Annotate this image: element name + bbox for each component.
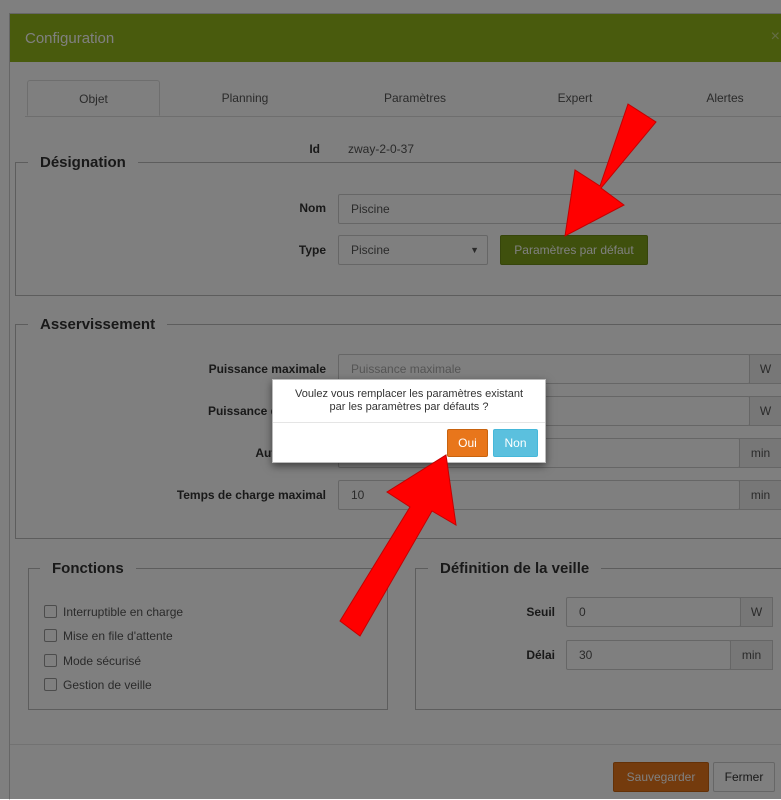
dialog-message: Voulez vous remplacer les paramètres exi…: [281, 388, 537, 414]
dialog-message-line1: Voulez vous remplacer les paramètres exi…: [294, 388, 524, 400]
dialog-divider: [273, 422, 545, 423]
confirm-dialog: Voulez vous remplacer les paramètres exi…: [272, 379, 546, 463]
yes-button[interactable]: Oui: [447, 429, 488, 457]
no-button[interactable]: Non: [493, 429, 538, 457]
dialog-message-line2: par les paramètres par défauts ?: [329, 401, 489, 413]
